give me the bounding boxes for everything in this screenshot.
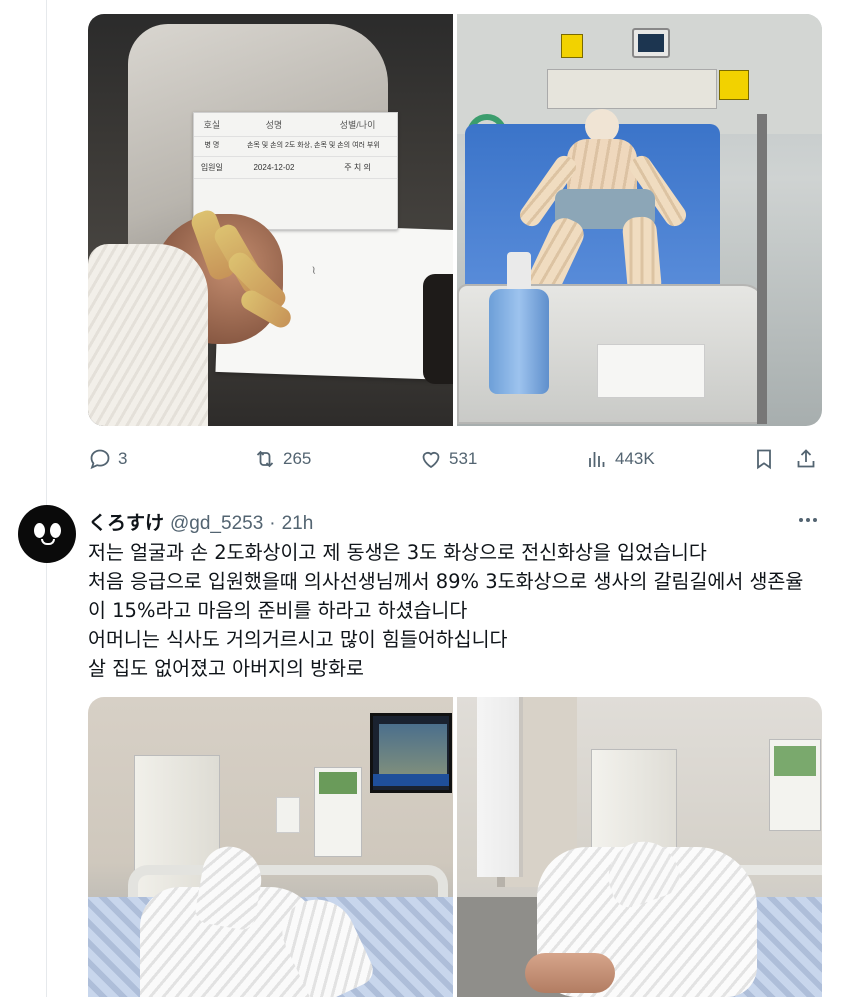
bookmark-button[interactable] bbox=[752, 442, 776, 476]
tweet-action-bar: 3 265 531 443K bbox=[88, 442, 822, 476]
user-handle[interactable]: @gd_5253 bbox=[170, 513, 263, 535]
more-options-button[interactable] bbox=[796, 508, 820, 532]
hospital-wristband-form: 호실 성명 성별/나이 병 명 손목 및 손의 2도 화상, 손목 및 손의 여… bbox=[193, 112, 398, 230]
form-label-diagnosis: 병 명 bbox=[194, 136, 230, 157]
media-photo-hospital-room-tv[interactable] bbox=[88, 697, 453, 997]
retweet-button[interactable]: 265 bbox=[253, 442, 311, 476]
vital-monitor bbox=[632, 28, 670, 58]
retweet-count: 265 bbox=[283, 449, 312, 468]
separator-dot: · bbox=[269, 513, 276, 534]
avatar-eye bbox=[34, 523, 45, 538]
views-icon bbox=[589, 452, 605, 467]
tweet-timestamp[interactable]: 21h bbox=[282, 513, 314, 535]
medical-gas-panel bbox=[547, 69, 717, 109]
form-header-room: 호실 bbox=[194, 113, 230, 137]
view-count: 443K bbox=[615, 449, 655, 468]
wall-notice bbox=[276, 797, 300, 833]
warning-sign bbox=[561, 34, 583, 58]
like-icon bbox=[422, 451, 440, 469]
media-photo-icu-bed[interactable] bbox=[457, 14, 822, 426]
avatar-eye bbox=[50, 523, 61, 538]
reply-count: 3 bbox=[118, 449, 128, 468]
retweet-icon bbox=[256, 450, 274, 468]
display-name[interactable]: くろすけ bbox=[88, 508, 164, 535]
wall-tv bbox=[370, 713, 452, 793]
scribble-mark: ~ bbox=[306, 264, 322, 277]
more-dot-icon bbox=[806, 518, 810, 522]
tweet-body: 저는 얼굴과 손 2도화상이고 제 동생은 3도 화상으로 전신화상을 입었습니… bbox=[88, 538, 828, 683]
avatar-mouth bbox=[41, 539, 55, 545]
window bbox=[477, 697, 523, 877]
dark-object bbox=[423, 274, 453, 384]
more-dot-icon bbox=[799, 518, 803, 522]
share-button[interactable] bbox=[794, 442, 818, 476]
media-photo-car-seat-form[interactable]: ~ 호실 성명 성별/나이 병 명 손목 및 손의 2도 화상, 손목 및 손의… bbox=[88, 14, 453, 426]
bandaged-hands bbox=[100, 842, 378, 997]
form-value-admission-date: 2024-12-02 bbox=[229, 156, 319, 179]
tweet-line: 살 집도 없어졌고 아버지의 방화로 bbox=[88, 657, 364, 680]
form-label-admission-date: 입원일 bbox=[194, 156, 230, 179]
form-header-sex-age: 성별/나이 bbox=[318, 113, 397, 137]
patient-head bbox=[585, 109, 619, 143]
bed-label-card bbox=[597, 344, 705, 398]
wall-calendar bbox=[314, 767, 362, 857]
like-count: 531 bbox=[449, 449, 478, 468]
tweet-header: くろすけ @gd_5253 · 21h bbox=[88, 508, 314, 535]
tweet-line: 어머니는 식사도 거의거르시고 많이 힘들어하십니다 bbox=[88, 628, 508, 651]
tweet-media-grid-top: ~ 호실 성명 성별/나이 병 명 손목 및 손의 2도 화상, 손목 및 손의… bbox=[88, 14, 822, 426]
sanitizer-bottle bbox=[489, 289, 549, 394]
iv-stand bbox=[757, 114, 767, 424]
form-value-diagnosis: 손목 및 손의 2도 화상, 손목 및 손의 여러 부위 bbox=[229, 136, 397, 157]
avatar[interactable] bbox=[18, 505, 76, 563]
bandaged-wrist bbox=[88, 244, 208, 426]
thread-connector-line bbox=[46, 0, 47, 997]
like-button[interactable]: 531 bbox=[419, 442, 477, 476]
more-dot-icon bbox=[813, 518, 817, 522]
tweet-line: 저는 얼굴과 손 2도화상이고 제 동생은 3도 화상으로 전신화상을 입었습니… bbox=[88, 541, 707, 564]
tweet-line: 처음 응급으로 입원했을때 의사선생님께서 89% 3도화상으로 생사의 갈림길… bbox=[88, 570, 804, 593]
warning-sign bbox=[719, 70, 749, 100]
reply-button[interactable]: 3 bbox=[88, 442, 127, 476]
views-button[interactable]: 443K bbox=[585, 442, 655, 476]
form-label-attending: 주 치 의 bbox=[318, 156, 397, 179]
tweet-line: 이 15%라고 마음의 준비를 하라고 하셨습니다 bbox=[88, 599, 468, 622]
media-photo-bandaged-hand-window[interactable] bbox=[457, 697, 822, 997]
form-table: 호실 성명 성별/나이 병 명 손목 및 손의 2도 화상, 손목 및 손의 여… bbox=[194, 113, 397, 179]
wall-poster bbox=[769, 739, 821, 831]
finger-skin bbox=[525, 953, 615, 993]
reply-icon bbox=[90, 449, 110, 470]
form-header-name: 성명 bbox=[229, 113, 319, 137]
tweet-media-grid-bottom bbox=[88, 697, 822, 997]
sanitizer-pump bbox=[507, 252, 531, 292]
share-icon bbox=[797, 449, 815, 468]
bookmark-icon bbox=[757, 449, 771, 470]
